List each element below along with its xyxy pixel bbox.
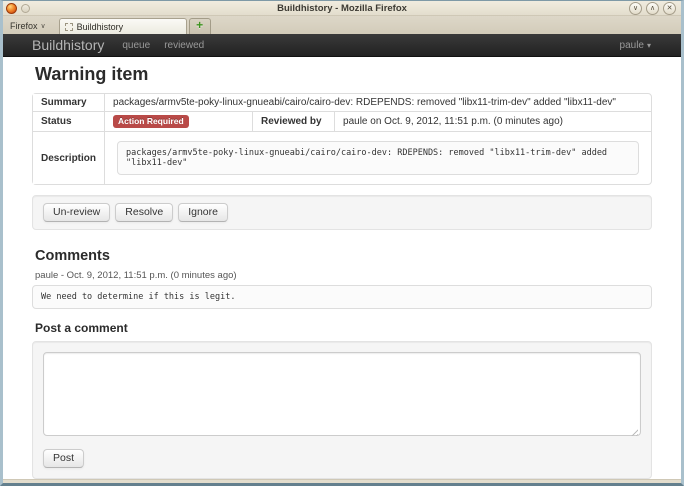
actions-panel: Un-review Resolve Ignore bbox=[32, 195, 652, 230]
reviewed-by-label: Reviewed by bbox=[252, 111, 334, 131]
window-titlebar: Buildhistory - Mozilla Firefox ∨ ∧ ✕ bbox=[3, 1, 681, 16]
minimize-icon[interactable]: ∨ bbox=[629, 2, 642, 15]
summary-value: packages/armv5te-poky-linux-gnueabi/cair… bbox=[104, 94, 651, 111]
status-value-cell: Action Required bbox=[104, 111, 252, 131]
nav-link-queue[interactable]: queue bbox=[122, 40, 150, 51]
reviewed-by-value: paule on Oct. 9, 2012, 11:51 p.m. (0 min… bbox=[334, 111, 651, 131]
favicon-placeholder-icon bbox=[65, 23, 73, 31]
table-row-status: Status Action Required Reviewed by paule… bbox=[33, 111, 651, 131]
tab-buildhistory[interactable]: Buildhistory bbox=[59, 18, 187, 34]
table-row-summary: Summary packages/armv5te-poky-linux-gnue… bbox=[33, 94, 651, 111]
page-content: Warning item Summary packages/armv5te-po… bbox=[3, 57, 681, 479]
status-label: Status bbox=[33, 111, 104, 131]
resolve-button[interactable]: Resolve bbox=[115, 203, 173, 222]
firefox-menu-label: Firefox bbox=[10, 21, 38, 31]
post-button[interactable]: Post bbox=[43, 449, 84, 468]
comment-input[interactable] bbox=[43, 352, 641, 436]
caret-down-icon: ▾ bbox=[647, 41, 651, 50]
description-label: Description bbox=[33, 131, 104, 184]
new-tab-button[interactable]: + bbox=[189, 18, 211, 34]
description-code: packages/armv5te-poky-linux-gnueabi/cair… bbox=[117, 141, 639, 175]
window-title: Buildhistory - Mozilla Firefox bbox=[3, 3, 681, 14]
window-bottom-edge bbox=[3, 479, 681, 483]
warning-details-table: Summary packages/armv5te-poky-linux-gnue… bbox=[32, 93, 652, 185]
page-title: Warning item bbox=[35, 64, 652, 85]
ignore-button[interactable]: Ignore bbox=[178, 203, 228, 222]
tab-strip: Firefox ∨ Buildhistory + bbox=[3, 16, 681, 34]
post-comment-panel: Post bbox=[32, 341, 652, 479]
browser-window: Buildhistory - Mozilla Firefox ∨ ∧ ✕ Fir… bbox=[0, 0, 684, 486]
window-controls: ∨ ∧ ✕ bbox=[629, 2, 676, 15]
status-badge: Action Required bbox=[113, 115, 189, 128]
user-name: paule bbox=[620, 40, 644, 51]
navbar-brand[interactable]: Buildhistory bbox=[32, 37, 104, 53]
comment-item: paule - Oct. 9, 2012, 11:51 p.m. (0 minu… bbox=[32, 270, 652, 309]
table-row-description: Description packages/armv5te-poky-linux-… bbox=[33, 131, 651, 184]
firefox-menu-button[interactable]: Firefox ∨ bbox=[7, 21, 51, 34]
comment-meta: paule - Oct. 9, 2012, 11:51 p.m. (0 minu… bbox=[35, 270, 652, 281]
description-value-cell: packages/armv5te-poky-linux-gnueabi/cair… bbox=[104, 131, 651, 184]
app-navbar: Buildhistory queue reviewed paule ▾ bbox=[3, 34, 681, 57]
user-dropdown[interactable]: paule ▾ bbox=[620, 40, 651, 51]
nav-link-reviewed[interactable]: reviewed bbox=[164, 40, 204, 51]
maximize-icon[interactable]: ∧ bbox=[646, 2, 659, 15]
close-icon[interactable]: ✕ bbox=[663, 2, 676, 15]
comments-heading: Comments bbox=[35, 248, 652, 264]
comment-text: We need to determine if this is legit. bbox=[32, 285, 652, 309]
tab-title: Buildhistory bbox=[77, 22, 124, 32]
chevron-down-icon: ∨ bbox=[41, 22, 46, 30]
summary-label: Summary bbox=[33, 94, 104, 111]
unreview-button[interactable]: Un-review bbox=[43, 203, 110, 222]
post-comment-heading: Post a comment bbox=[35, 321, 652, 335]
